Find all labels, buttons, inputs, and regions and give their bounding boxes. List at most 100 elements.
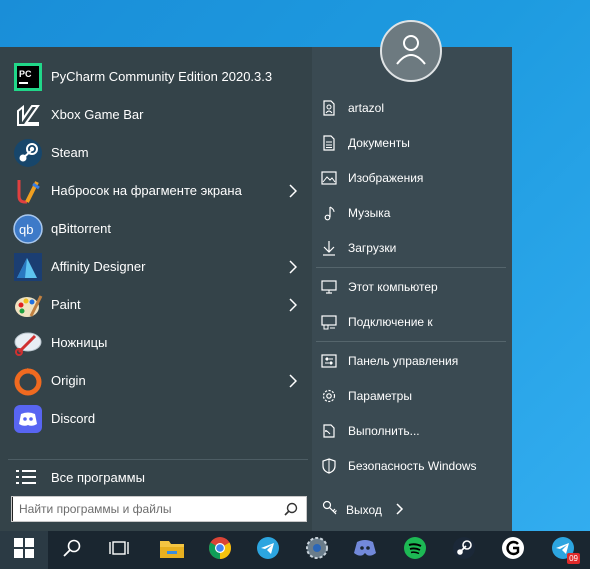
place-windows-security[interactable]: Безопасность Windows	[314, 450, 512, 482]
app-item-snip-sketch[interactable]: Набросок на фрагменте экрана	[0, 172, 312, 210]
place-documents[interactable]: Документы	[314, 127, 512, 159]
chevron-right-icon[interactable]	[286, 259, 300, 275]
place-label: Подключение к	[348, 315, 433, 329]
chevron-right-icon[interactable]	[396, 502, 406, 516]
gear-icon	[320, 387, 338, 405]
file-explorer-icon	[159, 537, 185, 564]
app-item-affinity-designer[interactable]: Affinity Designer	[0, 248, 312, 286]
start-menu-app-list: PC PyCharm Community Edition 2020.3.3 Xb…	[0, 47, 312, 531]
snip-sketch-icon	[12, 176, 44, 206]
app-item-paint[interactable]: Paint	[0, 286, 312, 324]
all-programs-label: Все программы	[51, 470, 145, 485]
document-icon	[320, 134, 338, 152]
taskbar-steam-settings[interactable]	[294, 531, 340, 569]
key-icon	[322, 500, 340, 518]
discord-icon	[353, 538, 377, 563]
divider	[316, 341, 506, 342]
place-connect[interactable]: Подключение к	[314, 306, 512, 338]
notification-badge: 09	[567, 553, 580, 564]
taskbar-telegram-2[interactable]: 09	[540, 531, 586, 569]
snipping-tool-icon	[12, 328, 44, 358]
app-item-origin[interactable]: Origin	[0, 362, 312, 400]
place-label: Панель управления	[348, 354, 459, 368]
chevron-right-icon[interactable]	[286, 373, 300, 389]
computer-icon	[320, 278, 338, 296]
place-run[interactable]: Выполнить...	[314, 415, 512, 447]
app-item-discord[interactable]: Discord	[0, 400, 312, 438]
app-label: Steam	[51, 145, 89, 160]
place-label: Музыка	[348, 206, 391, 220]
steam-settings-icon	[305, 536, 329, 565]
picture-icon	[320, 169, 338, 187]
spotify-icon	[403, 536, 427, 565]
task-view-icon	[109, 539, 129, 562]
logout-button[interactable]: Выход	[314, 493, 512, 525]
all-programs-button[interactable]: Все программы	[0, 461, 312, 491]
search-icon[interactable]	[284, 502, 298, 516]
user-icon	[394, 32, 428, 71]
chevron-right-icon[interactable]	[286, 183, 300, 199]
app-item-steam[interactable]: Steam	[0, 134, 312, 172]
telegram-icon	[256, 536, 280, 565]
taskbar-steam[interactable]	[441, 531, 487, 569]
logitech-g-hub-icon	[501, 536, 525, 565]
place-label: Изображения	[348, 171, 424, 185]
place-label: Безопасность Windows	[348, 459, 477, 473]
app-label: Discord	[51, 411, 96, 426]
taskbar-logitech-g-hub[interactable]	[490, 531, 536, 569]
taskbar-file-explorer[interactable]	[149, 531, 195, 569]
connect-display-icon	[320, 313, 338, 331]
taskbar-spotify[interactable]	[392, 531, 438, 569]
svg-text:PC: PC	[19, 69, 32, 79]
place-label: Параметры	[348, 389, 412, 403]
place-this-pc[interactable]: Этот компьютер	[314, 271, 512, 303]
place-label: artazol	[348, 101, 385, 115]
place-downloads[interactable]: Загрузки	[314, 232, 512, 264]
user-avatar[interactable]	[380, 20, 442, 82]
discord-icon	[12, 404, 44, 434]
divider	[316, 267, 506, 268]
control-panel-icon	[320, 352, 338, 370]
app-label: Affinity Designer	[51, 259, 146, 274]
taskbar-telegram[interactable]	[245, 531, 291, 569]
taskbar-chrome[interactable]	[197, 531, 243, 569]
app-item-snipping-tool[interactable]: Ножницы	[0, 324, 312, 362]
taskbar: 09	[0, 531, 590, 569]
user-folder-icon	[320, 99, 338, 117]
xbox-game-bar-icon	[12, 100, 44, 130]
steam-icon	[452, 536, 476, 565]
pycharm-icon: PC	[12, 62, 44, 92]
place-music[interactable]: Музыка	[314, 197, 512, 229]
taskbar-search-button[interactable]	[49, 531, 95, 569]
place-control-panel[interactable]: Панель управления	[314, 345, 512, 377]
steam-icon	[12, 138, 44, 168]
place-label: Документы	[348, 136, 410, 150]
search-icon	[63, 539, 81, 562]
search-input[interactable]	[12, 497, 282, 521]
paint-icon	[12, 290, 44, 320]
search-box[interactable]	[11, 496, 307, 522]
app-label: Ножницы	[51, 335, 108, 350]
app-label: Paint	[51, 297, 81, 312]
affinity-designer-icon	[12, 252, 44, 282]
music-note-icon	[320, 204, 338, 222]
place-user-folder[interactable]: artazol	[314, 92, 512, 124]
chevron-right-icon[interactable]	[286, 297, 300, 313]
place-settings[interactable]: Параметры	[314, 380, 512, 412]
qbittorrent-icon: qb	[12, 214, 44, 244]
download-arrow-icon	[320, 239, 338, 257]
start-icon	[14, 537, 34, 563]
place-label: Выполнить...	[348, 424, 420, 438]
app-item-qbittorrent[interactable]: qb qBittorrent	[0, 210, 312, 248]
app-label: Xbox Game Bar	[51, 107, 144, 122]
taskbar-discord[interactable]	[342, 531, 388, 569]
app-label: PyCharm Community Edition 2020.3.3	[51, 69, 273, 84]
app-label: qBittorrent	[51, 221, 111, 236]
app-item-xbox-game-bar[interactable]: Xbox Game Bar	[0, 96, 312, 134]
start-menu: PC PyCharm Community Edition 2020.3.3 Xb…	[0, 47, 512, 531]
place-pictures[interactable]: Изображения	[314, 162, 512, 194]
task-view-button[interactable]	[96, 531, 142, 569]
app-item-pycharm[interactable]: PC PyCharm Community Edition 2020.3.3	[0, 58, 312, 96]
origin-icon	[12, 366, 44, 396]
start-button[interactable]	[0, 531, 48, 569]
